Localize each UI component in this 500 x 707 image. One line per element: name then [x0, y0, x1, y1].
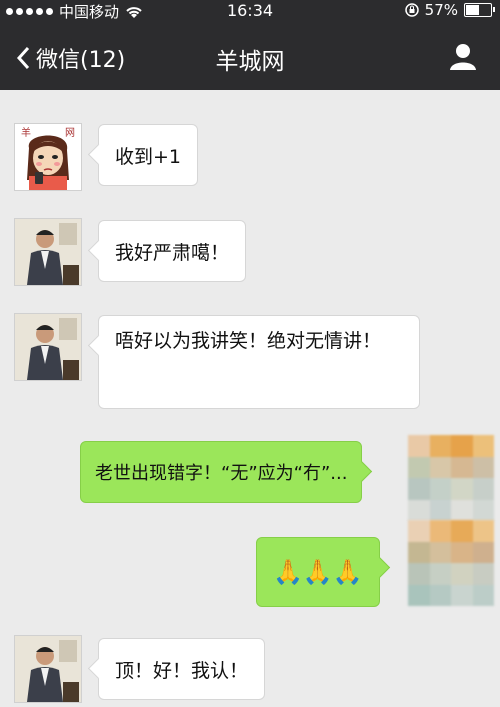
chat-title: 羊城网: [215, 49, 285, 75]
message-bubble[interactable]: 唔好以为我讲笑！绝对无情讲！: [98, 315, 420, 409]
orientation-lock-icon: [404, 3, 419, 17]
message-text: 🙏🙏🙏: [273, 558, 363, 586]
message-bubble[interactable]: 我好严肃噶！: [98, 220, 247, 282]
blurred-avatar[interactable]: [408, 435, 494, 521]
message-bubble[interactable]: 老世出现错字！“无”应为“冇”...: [80, 441, 363, 503]
profile-icon[interactable]: [448, 41, 478, 71]
message-bubble[interactable]: 顶！好！我认！: [98, 638, 266, 700]
message-text: 收到+1: [115, 145, 182, 168]
cartoon-girl-avatar[interactable]: 羊 网: [14, 123, 82, 191]
battery-icon: [464, 3, 495, 17]
nav-bar: 微信(12) 羊城网: [0, 22, 500, 90]
svg-text:网: 网: [65, 127, 75, 139]
man-photo-avatar[interactable]: [14, 313, 82, 381]
message-text: 我好严肃噶！: [115, 241, 230, 264]
message-bubble[interactable]: 🙏🙏🙏: [256, 537, 380, 607]
battery-percent: 57%: [424, 1, 458, 19]
man-photo-avatar[interactable]: [14, 218, 82, 286]
blurred-avatar[interactable]: [408, 520, 494, 606]
message-text: 老世出现错字！“无”应为“冇”...: [95, 463, 348, 484]
message-bubble[interactable]: 收到+1: [98, 124, 199, 186]
svg-text:羊: 羊: [21, 126, 31, 139]
message-text: 唔好以为我讲笑！绝对无情讲！: [115, 330, 382, 352]
man-photo-avatar[interactable]: [14, 635, 82, 703]
message-text: 顶！好！我认！: [115, 659, 249, 682]
status-bar: 中国移动 16:34 57%: [0, 0, 500, 22]
